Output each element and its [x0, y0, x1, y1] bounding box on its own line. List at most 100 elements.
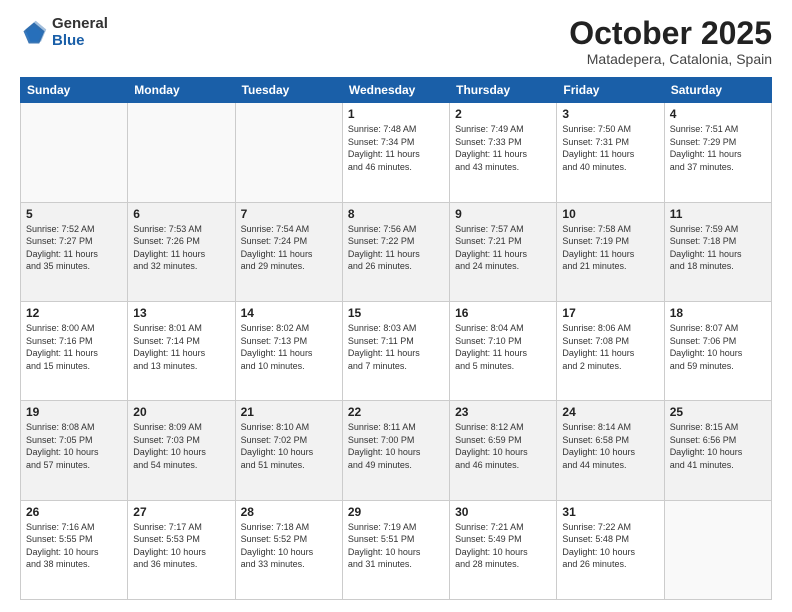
day-info: Sunrise: 8:07 AM Sunset: 7:06 PM Dayligh… [670, 322, 766, 372]
location-subtitle: Matadepera, Catalonia, Spain [569, 51, 772, 67]
table-row [21, 103, 128, 202]
day-number: 19 [26, 405, 122, 419]
day-info: Sunrise: 8:03 AM Sunset: 7:11 PM Dayligh… [348, 322, 444, 372]
day-number: 21 [241, 405, 337, 419]
day-number: 12 [26, 306, 122, 320]
table-row: 15Sunrise: 8:03 AM Sunset: 7:11 PM Dayli… [342, 301, 449, 400]
table-row: 28 Sunrise: 7:18 AM Sunset: 5:52 PM Dayli… [235, 500, 342, 599]
calendar-week-row: 19Sunrise: 8:08 AM Sunset: 7:05 PM Dayli… [21, 401, 772, 500]
day-number: 6 [133, 207, 229, 221]
col-wednesday: Wednesday [342, 78, 449, 103]
day-number: 25 [670, 405, 766, 419]
calendar-week-row: 1 Sunrise: 7:48 AM Sunset: 7:34 PM Daylig… [21, 103, 772, 202]
table-row: 23Sunrise: 8:12 AM Sunset: 6:59 PM Dayli… [450, 401, 557, 500]
day-number: 16 [455, 306, 551, 320]
table-row [235, 103, 342, 202]
day-number: 22 [348, 405, 444, 419]
table-row: 16 Sunrise: 8:04 AM Sunset: 7:10 PM Dayli… [450, 301, 557, 400]
day-info: Sunrise: 8:02 AM Sunset: 7:13 PM Dayligh… [241, 322, 337, 372]
day-number: 30 [455, 505, 551, 519]
calendar-week-row: 26Sunrise: 7:16 AM Sunset: 5:55 PM Dayli… [21, 500, 772, 599]
day-info: Sunrise: 7:51 AM Sunset: 7:29 PM Dayligh… [670, 123, 766, 173]
logo-text: General Blue [52, 16, 108, 49]
table-row: 20Sunrise: 8:09 AM Sunset: 7:03 PM Dayli… [128, 401, 235, 500]
table-row: 14 Sunrise: 8:02 AM Sunset: 7:13 PM Dayli… [235, 301, 342, 400]
day-info: Sunrise: 8:01 AM Sunset: 7:14 PM Dayligh… [133, 322, 229, 372]
col-thursday: Thursday [450, 78, 557, 103]
table-row: 8 Sunrise: 7:56 AM Sunset: 7:22 PM Daylig… [342, 202, 449, 301]
day-number: 31 [562, 505, 658, 519]
table-row: 12 Sunrise: 8:00 AM Sunset: 7:16 PM Dayli… [21, 301, 128, 400]
day-number: 8 [348, 207, 444, 221]
table-row: 2 Sunrise: 7:49 AM Sunset: 7:33 PM Daylig… [450, 103, 557, 202]
table-row: 7 Sunrise: 7:54 AM Sunset: 7:24 PM Daylig… [235, 202, 342, 301]
day-info: Sunrise: 7:56 AM Sunset: 7:22 PM Dayligh… [348, 223, 444, 273]
day-info: Sunrise: 8:00 AM Sunset: 7:16 PM Dayligh… [26, 322, 122, 372]
day-info: Sunrise: 8:15 AM Sunset: 6:56 PM Dayligh… [670, 421, 766, 471]
table-row: 21 Sunrise: 8:10 AM Sunset: 7:02 PM Dayli… [235, 401, 342, 500]
logo-icon [20, 19, 48, 47]
table-row: 25 Sunrise: 8:15 AM Sunset: 6:56 PM Dayli… [664, 401, 771, 500]
day-info: Sunrise: 8:10 AM Sunset: 7:02 PM Dayligh… [241, 421, 337, 471]
logo-blue-text: Blue [52, 33, 108, 50]
day-number: 3 [562, 107, 658, 121]
day-info: Sunrise: 7:19 AM Sunset: 5:51 PM Dayligh… [348, 521, 444, 571]
day-number: 7 [241, 207, 337, 221]
day-info: Sunrise: 7:58 AM Sunset: 7:19 PM Dayligh… [562, 223, 658, 273]
day-info: Sunrise: 7:54 AM Sunset: 7:24 PM Dayligh… [241, 223, 337, 273]
day-number: 28 [241, 505, 337, 519]
table-row: 3 Sunrise: 7:50 AM Sunset: 7:31 PM Daylig… [557, 103, 664, 202]
table-row: 11Sunrise: 7:59 AM Sunset: 7:18 PM Dayli… [664, 202, 771, 301]
day-info: Sunrise: 7:18 AM Sunset: 5:52 PM Dayligh… [241, 521, 337, 571]
day-info: Sunrise: 7:57 AM Sunset: 7:21 PM Dayligh… [455, 223, 551, 273]
day-number: 18 [670, 306, 766, 320]
table-row [664, 500, 771, 599]
day-number: 20 [133, 405, 229, 419]
month-title: October 2025 [569, 16, 772, 51]
day-number: 9 [455, 207, 551, 221]
calendar-week-row: 5Sunrise: 7:52 AM Sunset: 7:27 PM Daylig… [21, 202, 772, 301]
page: General Blue October 2025 Matadepera, Ca… [0, 0, 792, 612]
table-row: 26Sunrise: 7:16 AM Sunset: 5:55 PM Dayli… [21, 500, 128, 599]
col-tuesday: Tuesday [235, 78, 342, 103]
day-number: 13 [133, 306, 229, 320]
day-info: Sunrise: 7:21 AM Sunset: 5:49 PM Dayligh… [455, 521, 551, 571]
day-info: Sunrise: 7:52 AM Sunset: 7:27 PM Dayligh… [26, 223, 122, 273]
col-saturday: Saturday [664, 78, 771, 103]
table-row: 6Sunrise: 7:53 AM Sunset: 7:26 PM Daylig… [128, 202, 235, 301]
table-row: 27Sunrise: 7:17 AM Sunset: 5:53 PM Dayli… [128, 500, 235, 599]
table-row: 18 Sunrise: 8:07 AM Sunset: 7:06 PM Dayli… [664, 301, 771, 400]
day-info: Sunrise: 8:04 AM Sunset: 7:10 PM Dayligh… [455, 322, 551, 372]
table-row: 13 Sunrise: 8:01 AM Sunset: 7:14 PM Dayli… [128, 301, 235, 400]
table-row: 30 Sunrise: 7:21 AM Sunset: 5:49 PM Dayli… [450, 500, 557, 599]
header: General Blue October 2025 Matadepera, Ca… [20, 16, 772, 67]
col-monday: Monday [128, 78, 235, 103]
day-info: Sunrise: 7:49 AM Sunset: 7:33 PM Dayligh… [455, 123, 551, 173]
calendar-header-row: Sunday Monday Tuesday Wednesday Thursday… [21, 78, 772, 103]
day-number: 14 [241, 306, 337, 320]
day-number: 4 [670, 107, 766, 121]
day-number: 17 [562, 306, 658, 320]
day-info: Sunrise: 7:17 AM Sunset: 5:53 PM Dayligh… [133, 521, 229, 571]
table-row: 10Sunrise: 7:58 AM Sunset: 7:19 PM Dayli… [557, 202, 664, 301]
day-info: Sunrise: 8:14 AM Sunset: 6:58 PM Dayligh… [562, 421, 658, 471]
table-row: 22Sunrise: 8:11 AM Sunset: 7:00 PM Dayli… [342, 401, 449, 500]
calendar-table: Sunday Monday Tuesday Wednesday Thursday… [20, 77, 772, 600]
day-number: 1 [348, 107, 444, 121]
table-row: 29Sunrise: 7:19 AM Sunset: 5:51 PM Dayli… [342, 500, 449, 599]
table-row: 19Sunrise: 8:08 AM Sunset: 7:05 PM Dayli… [21, 401, 128, 500]
logo: General Blue [20, 16, 108, 49]
day-number: 2 [455, 107, 551, 121]
day-info: Sunrise: 8:12 AM Sunset: 6:59 PM Dayligh… [455, 421, 551, 471]
title-block: October 2025 Matadepera, Catalonia, Spai… [569, 16, 772, 67]
table-row: 17Sunrise: 8:06 AM Sunset: 7:08 PM Dayli… [557, 301, 664, 400]
table-row: 24Sunrise: 8:14 AM Sunset: 6:58 PM Dayli… [557, 401, 664, 500]
day-info: Sunrise: 7:59 AM Sunset: 7:18 PM Dayligh… [670, 223, 766, 273]
col-friday: Friday [557, 78, 664, 103]
table-row: 1 Sunrise: 7:48 AM Sunset: 7:34 PM Daylig… [342, 103, 449, 202]
day-info: Sunrise: 7:50 AM Sunset: 7:31 PM Dayligh… [562, 123, 658, 173]
day-info: Sunrise: 7:48 AM Sunset: 7:34 PM Dayligh… [348, 123, 444, 173]
col-sunday: Sunday [21, 78, 128, 103]
logo-general-text: General [52, 16, 108, 33]
calendar-week-row: 12 Sunrise: 8:00 AM Sunset: 7:16 PM Dayli… [21, 301, 772, 400]
